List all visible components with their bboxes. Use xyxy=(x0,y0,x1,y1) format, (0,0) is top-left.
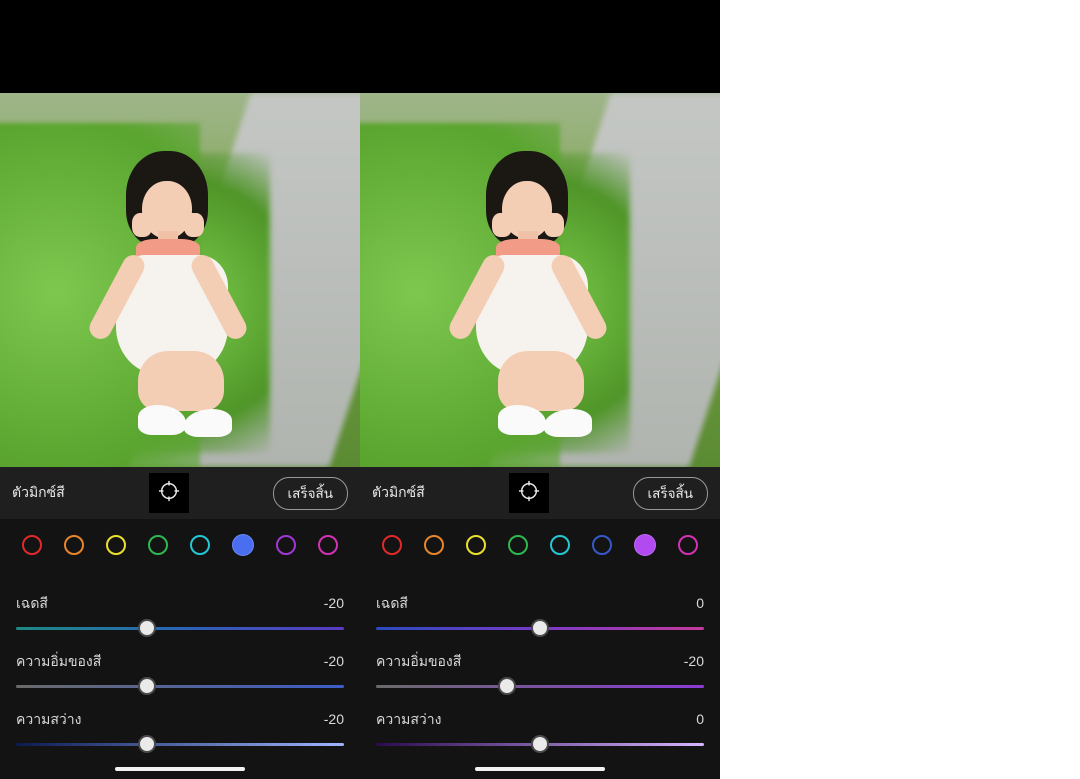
mixer-title: ตัวมิกซ์สี xyxy=(372,482,425,504)
targeted-adjustment-button[interactable] xyxy=(509,473,549,513)
slider-thumb[interactable] xyxy=(498,677,516,695)
panel-right: ตัวมิกซ์สี เสร็จสิ้น เฉดสี xyxy=(360,93,720,779)
slider-saturation: ความอิ่มของสี -20 xyxy=(376,651,704,699)
done-button[interactable]: เสร็จสิ้น xyxy=(273,477,348,510)
slider-value: -20 xyxy=(684,653,704,669)
home-indicator[interactable] xyxy=(475,767,605,772)
slider-label: เฉดสี xyxy=(376,593,408,615)
swatch-yellow[interactable] xyxy=(466,535,486,555)
home-indicator[interactable] xyxy=(115,767,245,772)
slider-bar xyxy=(376,685,704,688)
swatch-green[interactable] xyxy=(508,535,528,555)
swatch-purple[interactable] xyxy=(634,534,656,556)
swatch-green[interactable] xyxy=(148,535,168,555)
swatch-blue[interactable] xyxy=(232,534,254,556)
panels-row: ตัวมิกซ์สี เสร็จสิ้น เฉดสี xyxy=(0,93,720,779)
sliders-group: เฉดสี 0 ความอิ่มของสี -20 xyxy=(360,571,720,757)
mixer-title: ตัวมิกซ์สี xyxy=(12,482,65,504)
slider-thumb[interactable] xyxy=(531,735,549,753)
photo-preview[interactable] xyxy=(0,93,360,467)
slider-value: 0 xyxy=(696,595,704,611)
slider-label: เฉดสี xyxy=(16,593,48,615)
slider-value: -20 xyxy=(324,595,344,611)
slider-hue: เฉดสี -20 xyxy=(16,593,344,641)
slider-thumb[interactable] xyxy=(138,619,156,637)
slider-hue: เฉดสี 0 xyxy=(376,593,704,641)
color-swatches xyxy=(360,519,720,571)
top-black-bar xyxy=(0,0,720,93)
slider-bar xyxy=(16,685,344,688)
done-button[interactable]: เสร็จสิ้น xyxy=(633,477,708,510)
slider-thumb[interactable] xyxy=(531,619,549,637)
mixer-toolbar: ตัวมิกซ์สี เสร็จสิ้น xyxy=(360,467,720,519)
slider-track[interactable] xyxy=(16,733,344,757)
slider-luminance: ความสว่าง 0 xyxy=(376,709,704,757)
color-swatches xyxy=(0,519,360,571)
slider-thumb[interactable] xyxy=(138,735,156,753)
slider-label: ความสว่าง xyxy=(16,709,81,731)
swatch-magenta[interactable] xyxy=(678,535,698,555)
slider-track[interactable] xyxy=(376,675,704,699)
slider-saturation: ความอิ่มของสี -20 xyxy=(16,651,344,699)
panel-left: ตัวมิกซ์สี เสร็จสิ้น เฉดสี xyxy=(0,93,360,779)
slider-track[interactable] xyxy=(376,733,704,757)
slider-luminance: ความสว่าง -20 xyxy=(16,709,344,757)
slider-track[interactable] xyxy=(16,617,344,641)
slider-value: 0 xyxy=(696,711,704,727)
photo-preview[interactable] xyxy=(360,93,720,467)
swatch-orange[interactable] xyxy=(64,535,84,555)
swatch-cyan[interactable] xyxy=(190,535,210,555)
sliders-group: เฉดสี -20 ความอิ่มของสี -20 xyxy=(0,571,360,757)
slider-value: -20 xyxy=(324,653,344,669)
slider-thumb[interactable] xyxy=(138,677,156,695)
swatch-blue[interactable] xyxy=(592,535,612,555)
slider-label: ความอิ่มของสี xyxy=(376,651,461,673)
slider-track[interactable] xyxy=(16,675,344,699)
target-icon xyxy=(158,480,180,507)
swatch-red[interactable] xyxy=(22,535,42,555)
swatch-purple[interactable] xyxy=(276,535,296,555)
targeted-adjustment-button[interactable] xyxy=(149,473,189,513)
mixer-toolbar: ตัวมิกซ์สี เสร็จสิ้น xyxy=(0,467,360,519)
swatch-magenta[interactable] xyxy=(318,535,338,555)
app-stage: ตัวมิกซ์สี เสร็จสิ้น เฉดสี xyxy=(0,0,720,779)
slider-value: -20 xyxy=(324,711,344,727)
slider-bar xyxy=(16,743,344,746)
slider-label: ความอิ่มของสี xyxy=(16,651,101,673)
swatch-cyan[interactable] xyxy=(550,535,570,555)
slider-track[interactable] xyxy=(376,617,704,641)
slider-bar xyxy=(16,627,344,630)
swatch-yellow[interactable] xyxy=(106,535,126,555)
target-icon xyxy=(518,480,540,507)
swatch-orange[interactable] xyxy=(424,535,444,555)
slider-label: ความสว่าง xyxy=(376,709,441,731)
swatch-red[interactable] xyxy=(382,535,402,555)
